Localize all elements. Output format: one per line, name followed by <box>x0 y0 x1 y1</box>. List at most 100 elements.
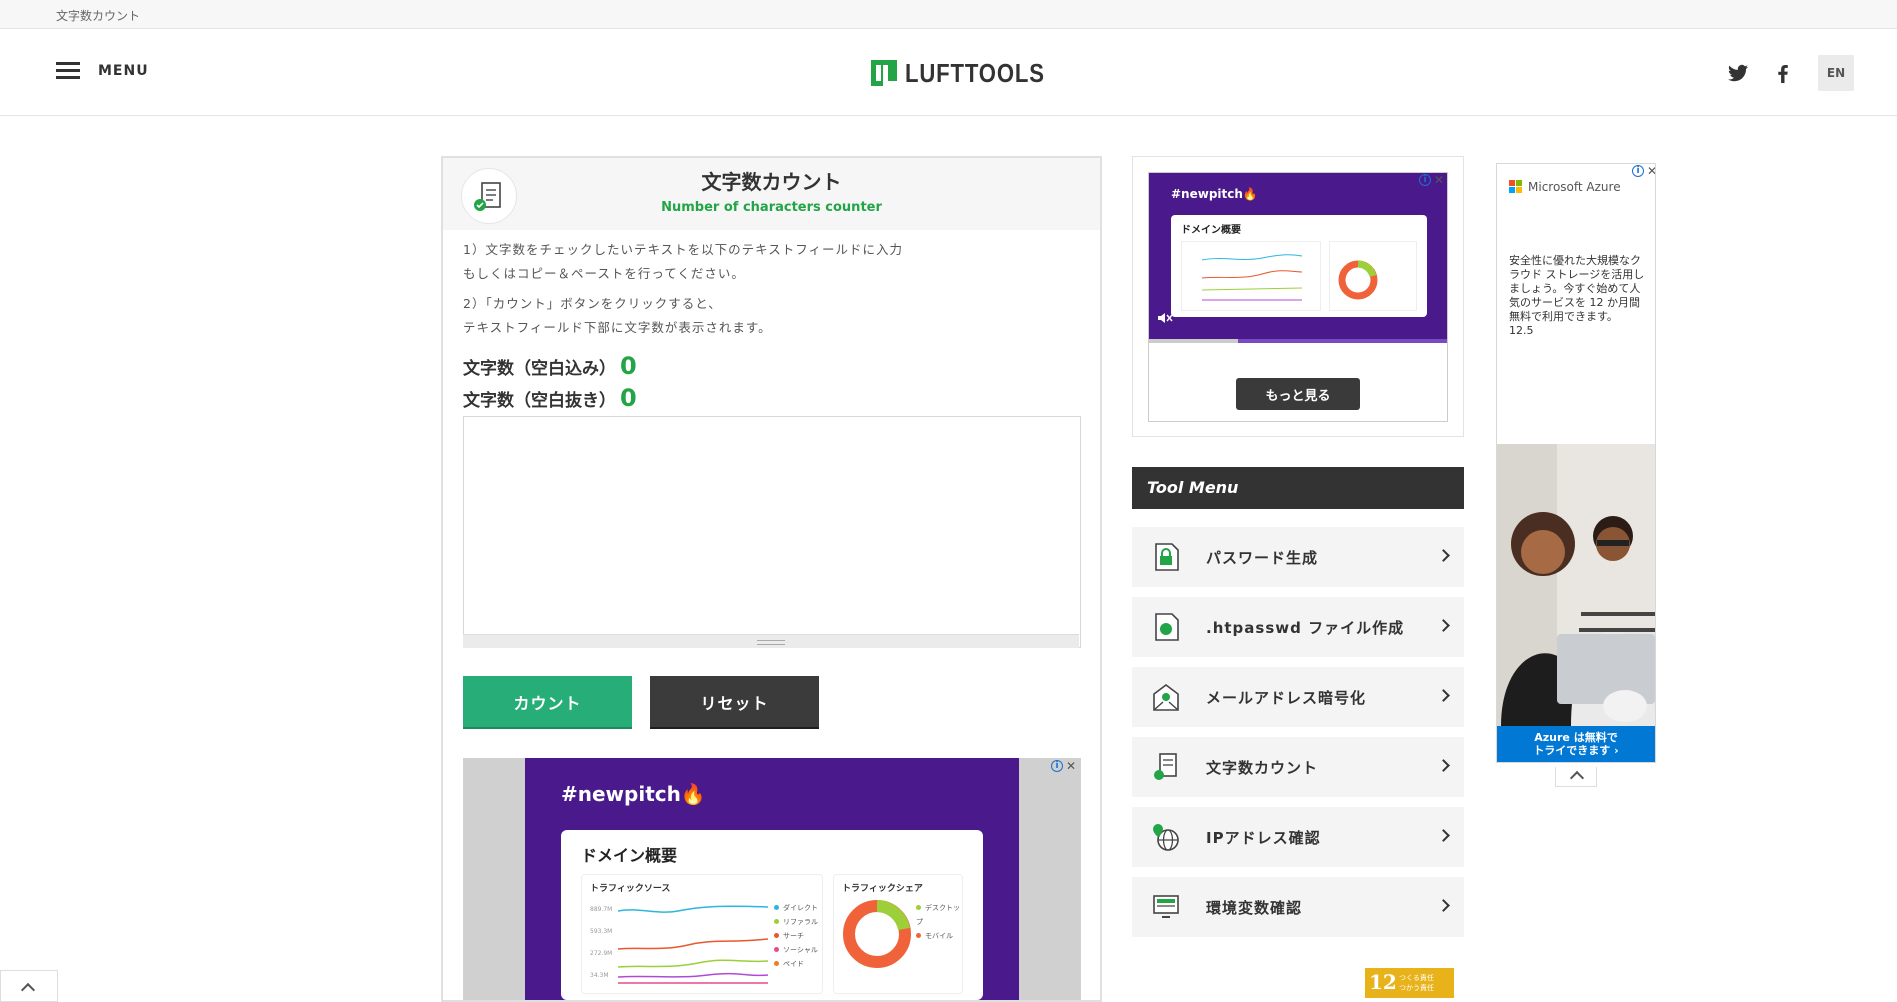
traffic-source-box: トラフィックソース 889.7M 593.3M 272.9M 34.3M ダイレ… <box>581 874 823 994</box>
video-progress-bar <box>1149 339 1447 343</box>
ad-panel: ドメイン概要 <box>1171 215 1427 317</box>
ad-photo-people <box>1497 444 1655 726</box>
traffic-line-chart <box>1201 254 1303 301</box>
info-icon[interactable]: i <box>1419 174 1431 186</box>
ad-creative: #newpitch🔥 ドメイン概要 トラフィックソース 889.7M 593.3… <box>525 758 1019 1000</box>
chevron-right-icon <box>1437 619 1450 632</box>
microsoft-azure-logo: Microsoft Azure <box>1509 180 1621 194</box>
tool-menu-label: パスワード生成 <box>1206 548 1319 567</box>
instruction-text: 1）文字数をチェックしたいテキストを以下のテキストフィールドに入力 <box>463 242 903 257</box>
close-icon[interactable]: ✕ <box>1434 174 1444 188</box>
azure-cta-line: トライできます › <box>1533 744 1619 757</box>
ad-banner-small[interactable]: #newpitch🔥 ドメイン概要 もっと見る i ✕ <box>1148 172 1448 422</box>
chevron-right-icon <box>1437 549 1450 562</box>
scroll-top-button[interactable] <box>0 970 58 1002</box>
tool-menu-item-htpasswd[interactable]: .htpasswd ファイル作成 <box>1132 597 1464 657</box>
video-progress-fill <box>1149 339 1239 343</box>
ad-banner-large[interactable]: #newpitch🔥 ドメイン概要 トラフィックソース 889.7M 593.3… <box>463 758 1081 1000</box>
site-logo[interactable]: LUFTTOOLS <box>871 57 1070 88</box>
facebook-icon[interactable] <box>1771 61 1795 85</box>
instruction-text: 2）「カウント」ボタンをクリックすると、 <box>463 296 722 311</box>
legend-item: リファラル <box>783 918 818 926</box>
badge-number: 12 <box>1369 970 1397 994</box>
traffic-share-box: トラフィックシェア デスクトップ モバイル <box>833 874 963 994</box>
y-ticks: 889.7M 593.3M 272.9M 34.3M <box>590 899 612 987</box>
site-header: MENU LUFTTOOLS EN <box>0 29 1897 116</box>
tool-menu-label: IPアドレス確認 <box>1206 828 1321 847</box>
ad-box-small: #newpitch🔥 ドメイン概要 もっと見る i ✕ <box>1132 156 1464 437</box>
y-tick: 889.7M <box>590 906 613 913</box>
info-icon[interactable]: i <box>1632 165 1644 177</box>
close-icon[interactable]: ✕ <box>1066 760 1076 774</box>
tool-menu-heading: Tool Menu <box>1132 467 1464 509</box>
close-icon[interactable]: ✕ <box>1647 165 1655 179</box>
microsoft-logo-icon <box>1509 180 1523 194</box>
tool-menu-item-env[interactable]: 環境変数確認 <box>1132 877 1464 937</box>
mail-lock-icon <box>1153 684 1179 711</box>
menu-label: MENU <box>98 63 149 79</box>
badge-text: つくる責任 つかう責任 <box>1399 973 1434 993</box>
chevron-right-icon <box>1437 899 1450 912</box>
traffic-source-box <box>1181 241 1321 311</box>
instruction-text: テキストフィールド下部に文字数が表示されます。 <box>463 320 772 335</box>
hamburger-icon <box>56 62 80 80</box>
tool-menu-item-ip[interactable]: IPアドレス確認 <box>1132 807 1464 867</box>
twitter-icon[interactable] <box>1726 61 1750 85</box>
traffic-share-box <box>1329 241 1417 311</box>
y-tick: 34.3M <box>590 972 609 979</box>
traffic-line-chart <box>618 905 768 984</box>
text-input-area[interactable] <box>463 416 1081 648</box>
reset-button[interactable]: リセット <box>650 676 819 727</box>
legend-item: ソーシャル <box>783 946 818 954</box>
legend-item: モバイル <box>925 932 953 940</box>
traffic-share-label: トラフィックシェア <box>842 884 923 894</box>
count-button[interactable]: カウント <box>463 676 632 727</box>
traffic-source-label: トラフィックソース <box>590 884 671 894</box>
top-strip: 文字数カウント <box>0 0 1897 29</box>
monitor-icon <box>1153 895 1179 918</box>
sdg-badge[interactable]: 12 つくる責任 つかう責任 <box>1365 968 1454 998</box>
legend-item: ダイレクト <box>783 904 818 912</box>
ad-panel: ドメイン概要 トラフィックソース 889.7M 593.3M 272.9M 34… <box>561 830 983 1000</box>
tool-menu-item-char-count[interactable]: 文字数カウント <box>1132 737 1464 797</box>
language-switch[interactable]: EN <box>1818 55 1854 91</box>
y-tick: 272.9M <box>590 950 613 957</box>
legend-item: ペイド <box>783 960 804 968</box>
count-with-spaces: 文字数（空白込み） 0 <box>463 352 637 380</box>
tool-menu-label: 環境変数確認 <box>1206 898 1303 917</box>
share-legend: デスクトップ モバイル <box>916 901 962 943</box>
logo-text: LUFTTOOLS <box>905 57 1045 88</box>
traffic-donut-chart <box>843 900 911 968</box>
mute-icon[interactable] <box>1157 311 1173 325</box>
azure-ad-banner[interactable]: Microsoft Azure 安全性に優れた大規模なクラウド ストレージを活用… <box>1496 163 1656 763</box>
count-with-spaces-label: 文字数（空白込み） <box>463 359 616 379</box>
ad-hashtag: #newpitch🔥 <box>561 782 706 806</box>
traffic-donut-chart <box>1338 260 1378 300</box>
tool-menu-item-email[interactable]: メールアドレス暗号化 <box>1132 667 1464 727</box>
chevron-right-icon <box>1437 689 1450 702</box>
breadcrumb: 文字数カウント <box>56 9 141 23</box>
menu-button[interactable]: MENU <box>56 59 149 83</box>
ad-panel-title: ドメイン概要 <box>581 846 678 865</box>
more-button[interactable]: もっと見る <box>1236 378 1360 410</box>
chevron-right-icon <box>1437 759 1450 772</box>
info-icon[interactable]: i <box>1051 760 1063 772</box>
adchoices-icon[interactable]: i✕ <box>1419 174 1447 188</box>
ad-collapse-button[interactable] <box>1555 767 1597 787</box>
y-tick: 593.3M <box>590 928 613 935</box>
ad-hashtag: #newpitch🔥 <box>1171 187 1258 201</box>
ad-panel-title: ドメイン概要 <box>1181 225 1241 236</box>
globe-pin-icon <box>1153 824 1179 851</box>
chevron-right-icon <box>1437 829 1450 842</box>
count-without-spaces: 文字数（空白抜き） 0 <box>463 384 637 412</box>
page-subtitle: Number of characters counter <box>661 200 882 215</box>
adchoices-icon[interactable]: i✕ <box>1051 760 1079 774</box>
tool-menu-label: 文字数カウント <box>1206 758 1319 777</box>
azure-ad-text: 安全性に優れた大規模なクラウド ストレージを活用しましょう。今すぐ始めて人気のサ… <box>1509 254 1645 337</box>
azure-cta-button[interactable]: Azure は無料で トライできます › <box>1497 726 1655 762</box>
file-icon <box>1155 613 1179 641</box>
count-with-spaces-value: 0 <box>620 352 637 380</box>
tool-menu-item-password[interactable]: パスワード生成 <box>1132 527 1464 587</box>
azure-brand: Microsoft Azure <box>1528 180 1621 194</box>
adchoices-icon[interactable]: i✕ <box>1632 165 1655 179</box>
